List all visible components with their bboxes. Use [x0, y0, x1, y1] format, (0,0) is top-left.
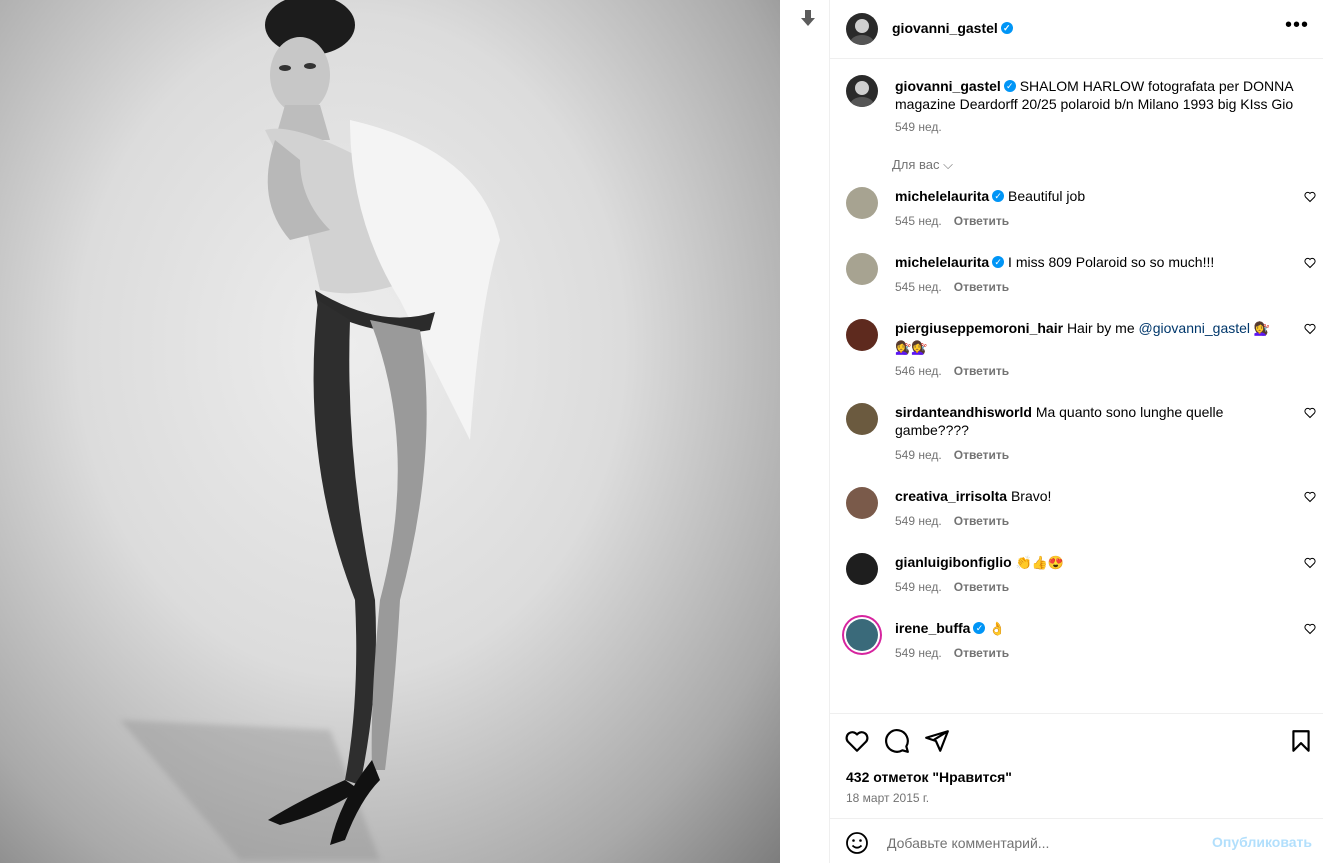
verified-icon: ✓ — [973, 622, 986, 635]
likes-count[interactable]: 432 отметок "Нравится" — [846, 769, 1012, 785]
more-horizontal-icon[interactable]: ••• — [1285, 15, 1309, 35]
heart-icon[interactable] — [844, 728, 870, 754]
comment-meta: 545 нед. Ответить — [895, 214, 1021, 228]
comment-meta: 549 нед. Ответить — [895, 514, 1021, 528]
comment-text: michelelaurita ✓ I miss 809 Polaroid so s… — [895, 253, 1275, 271]
comment-body: I miss 809 Polaroid so so much!!! — [1008, 254, 1215, 270]
comment-meta: 549 нед. Ответить — [895, 448, 1021, 462]
reply-button[interactable]: Ответить — [954, 364, 1009, 378]
photo-figure — [120, 0, 500, 860]
reply-button[interactable]: Ответить — [954, 214, 1009, 228]
comment-time: 549 нед. — [895, 448, 942, 462]
commenter-avatar[interactable] — [846, 187, 878, 219]
reply-button[interactable]: Ответить — [954, 580, 1009, 594]
comment-composer: Опубликовать — [830, 818, 1323, 865]
comment-text: sirdanteandhisworld Ma quanto sono lungh… — [895, 403, 1275, 439]
post-actions: 432 отметок "Нравится" 18 март 2015 г. О… — [830, 713, 1323, 864]
like-comment-heart-icon[interactable] — [1304, 491, 1316, 503]
comment-text: irene_buffa ✓ 👌 — [895, 619, 1275, 638]
comment-body: Hair by me — [1066, 320, 1135, 336]
comment-meta: 549 нед. Ответить — [895, 646, 1021, 660]
comment-icon[interactable] — [884, 728, 910, 754]
like-comment-heart-icon[interactable] — [1304, 257, 1316, 269]
commenter-username[interactable]: gianluigibonfiglio — [895, 554, 1012, 570]
commenter-avatar[interactable] — [846, 553, 878, 585]
verified-icon: ✓ — [992, 256, 1005, 269]
like-comment-heart-icon[interactable] — [1304, 323, 1316, 335]
bookmark-icon[interactable] — [1288, 728, 1314, 754]
comment-body: Beautiful job — [1008, 188, 1086, 204]
caption-time: 549 нед. — [895, 120, 942, 134]
like-comment-heart-icon[interactable] — [1304, 557, 1316, 569]
comment-meta: 546 нед. Ответить — [895, 364, 1021, 378]
for-you-label: Для вас — [892, 157, 940, 172]
comment-time: 549 нед. — [895, 514, 942, 528]
commenter-avatar[interactable] — [846, 487, 878, 519]
comment-text: creativa_irrisolta Bravo! — [895, 487, 1275, 505]
commenter-avatar[interactable] — [846, 319, 878, 351]
reply-button[interactable]: Ответить — [954, 646, 1009, 660]
comment-time: 549 нед. — [895, 580, 942, 594]
comments-scroll[interactable]: giovanni_gastel ✓ SHALOM HARLOW fotografa… — [830, 59, 1323, 713]
commenter-username[interactable]: piergiuseppemoroni_hair — [895, 320, 1063, 336]
comment-emoji: 👏👍😍 — [1015, 555, 1065, 570]
like-comment-heart-icon[interactable] — [1304, 191, 1316, 203]
mention-link[interactable]: @giovanni_gastel — [1139, 320, 1251, 336]
comment-meta: 549 нед. Ответить — [895, 580, 1021, 594]
comment-text: gianluigibonfiglio 👏👍😍 — [895, 553, 1275, 572]
share-icon[interactable] — [924, 728, 950, 754]
for-you-filter[interactable]: Для вас ⌵ — [892, 157, 953, 173]
commenter-username[interactable]: michelelaurita — [895, 188, 989, 204]
verified-icon: ✓ — [1000, 22, 1013, 35]
verified-icon: ✓ — [1003, 80, 1016, 93]
caption-text: giovanni_gastel ✓ SHALOM HARLOW fotografa… — [895, 77, 1315, 113]
post-date: 18 март 2015 г. — [846, 791, 930, 805]
comment-time: 549 нед. — [895, 646, 942, 660]
post-photo[interactable] — [0, 0, 780, 863]
caption-username[interactable]: giovanni_gastel — [895, 78, 1001, 94]
like-comment-heart-icon[interactable] — [1304, 407, 1316, 419]
post-comment-button[interactable]: Опубликовать — [1212, 834, 1312, 850]
caption-avatar[interactable] — [846, 75, 878, 107]
post-sidebar: giovanni_gastel ✓ ••• giovanni_gastel ✓ SH… — [829, 0, 1323, 863]
comment-body: Bravo! — [1010, 488, 1052, 504]
comment-emoji: 👌 — [989, 621, 1006, 636]
download-icon[interactable] — [800, 10, 816, 28]
comment-text: piergiuseppemoroni_hair Hair by me @giov… — [895, 319, 1275, 357]
reply-button[interactable]: Ответить — [954, 280, 1009, 294]
emoji-icon[interactable] — [845, 831, 869, 855]
comment-input[interactable] — [885, 831, 1189, 855]
comment-text: michelelaurita ✓ Beautiful job — [895, 187, 1275, 205]
commenter-avatar-story[interactable] — [846, 619, 878, 651]
comment-meta: 545 нед. Ответить — [895, 280, 1021, 294]
commenter-avatar[interactable] — [846, 403, 878, 435]
commenter-username[interactable]: creativa_irrisolta — [895, 488, 1007, 504]
commenter-username[interactable]: sirdanteandhisworld — [895, 404, 1032, 420]
author-avatar[interactable] — [846, 13, 878, 45]
comment-time: 545 нед. — [895, 214, 942, 228]
reply-button[interactable]: Ответить — [954, 448, 1009, 462]
commenter-username[interactable]: michelelaurita — [895, 254, 989, 270]
comment-time: 546 нед. — [895, 364, 942, 378]
commenter-username[interactable]: irene_buffa — [895, 620, 970, 636]
post-header: giovanni_gastel ✓ ••• — [830, 0, 1323, 59]
author-username[interactable]: giovanni_gastel ✓ — [892, 20, 1013, 36]
like-comment-heart-icon[interactable] — [1304, 623, 1316, 635]
commenter-avatar[interactable] — [846, 253, 878, 285]
chevron-down-icon: ⌵ — [943, 157, 954, 172]
verified-icon: ✓ — [992, 190, 1005, 203]
comment-time: 545 нед. — [895, 280, 942, 294]
reply-button[interactable]: Ответить — [954, 514, 1009, 528]
